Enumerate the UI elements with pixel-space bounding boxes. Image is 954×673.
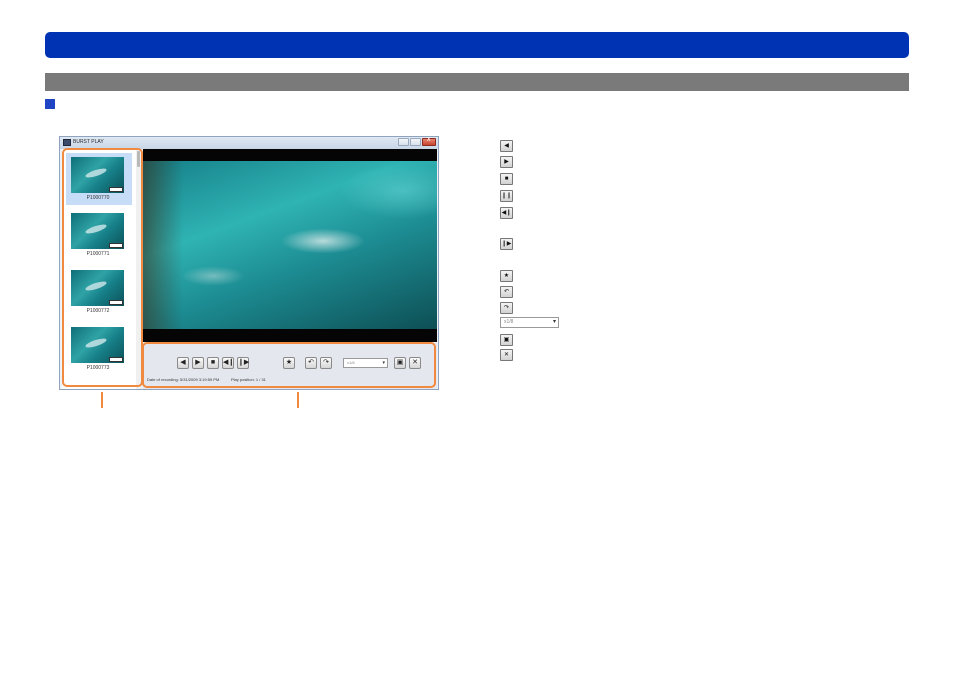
close-icon: ✕ — [500, 349, 513, 361]
callout-line-thumbnails — [101, 392, 103, 408]
speed-select-sample: x1/8 — [500, 317, 559, 328]
window-title: BURST PLAY — [73, 139, 104, 145]
callout-line-controls — [297, 392, 299, 408]
stop-icon: ■ — [500, 173, 513, 185]
rotate-left-icon: ↶ — [500, 286, 513, 298]
frame-forward-icon: ❙▶ — [500, 238, 513, 250]
video-display — [143, 149, 437, 342]
window-close-button[interactable] — [422, 136, 436, 146]
section-bullet — [45, 99, 55, 109]
frame-back-icon: ◀❙ — [500, 207, 513, 219]
section-header-bar — [45, 73, 909, 91]
rotate-right-icon: ↷ — [500, 302, 513, 314]
control-bar-highlight — [142, 342, 436, 388]
video-frame-image — [143, 161, 437, 329]
play-icon: ▶ — [500, 156, 513, 168]
app-icon — [63, 139, 71, 146]
minimize-button[interactable] — [398, 138, 409, 146]
save-icon: ▣ — [500, 334, 513, 346]
rewind-icon: ◀ — [500, 140, 513, 152]
thumbnail-panel-highlight — [62, 148, 143, 387]
page-title-bar — [45, 32, 909, 58]
star-icon: ★ — [500, 270, 513, 282]
pause-icon: ❙❙ — [500, 190, 513, 202]
maximize-button[interactable] — [410, 138, 421, 146]
